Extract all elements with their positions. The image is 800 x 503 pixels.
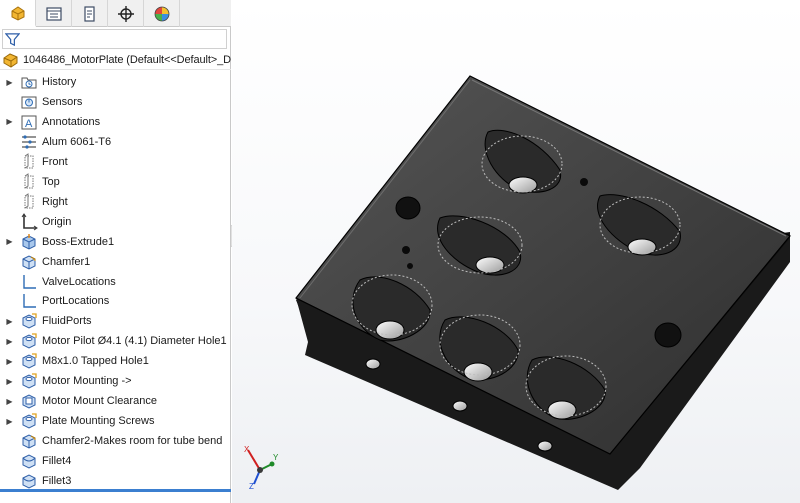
tree-node[interactable]: Front: [0, 152, 231, 172]
view-orientation-triad[interactable]: X Y Z: [240, 440, 280, 490]
tree-node-label: History: [42, 76, 77, 88]
triad-z-label: Z: [249, 482, 254, 490]
tree-node[interactable]: ▶ Plate Mounting Screws: [0, 411, 231, 431]
filter-icon[interactable]: [5, 32, 20, 47]
tree-node-label: Right: [42, 195, 68, 208]
hole-wizard-icon: [22, 373, 37, 389]
tree-node-label: Fillet3: [42, 475, 72, 487]
chamfer-icon: [22, 434, 36, 449]
sketch-icon: [23, 274, 36, 289]
tree-node[interactable]: PortLocations: [0, 291, 231, 311]
tree-node[interactable]: ▶ Motor Mount Clearance: [0, 391, 231, 411]
tree-node[interactable]: ValveLocations: [0, 272, 231, 292]
sketch-icon: [23, 294, 36, 309]
feature-manager-panel: 1046486_MotorPlate (Default<<Default>_D …: [0, 0, 231, 503]
hole-wizard-icon: [22, 313, 37, 329]
tree-node[interactable]: Chamfer2-Makes room for tube bend: [0, 431, 231, 451]
tree-node-label: Fillet4: [42, 455, 72, 468]
history-folder-icon: [21, 77, 37, 89]
tree-node[interactable]: ▶ FluidPorts: [0, 311, 231, 331]
configuration-manager-icon: [83, 5, 95, 22]
tree-node[interactable]: Origin: [0, 212, 231, 232]
fillet-icon: [22, 474, 36, 489]
tree-node[interactable]: Fillet3: [0, 471, 231, 491]
motor-plate-model[interactable]: [232, 0, 800, 503]
tree-node[interactable]: Top: [0, 172, 231, 192]
tree-node-label: FluidPorts: [42, 315, 92, 328]
filter-bar[interactable]: [2, 29, 227, 49]
tree-node-label: Alum 6061-T6: [42, 135, 112, 148]
tab-configuration-manager[interactable]: [72, 0, 108, 27]
expand-arrow-icon[interactable]: ▶: [5, 337, 14, 346]
expand-arrow-icon[interactable]: ▶: [5, 237, 14, 246]
tree-node[interactable]: Right: [0, 192, 231, 212]
tree-node[interactable]: ▶ Boss-Extrude1: [0, 232, 231, 252]
display-pie-icon: [154, 6, 169, 21]
expand-arrow-icon[interactable]: ▶: [5, 417, 14, 426]
expand-arrow-icon[interactable]: ▶: [5, 377, 14, 386]
tree-node[interactable]: ▶ Motor Mounting ->: [0, 371, 231, 391]
triad-x-label: X: [244, 445, 250, 454]
horizontal-scrollbar[interactable]: [0, 489, 231, 492]
tab-dimxpert-manager[interactable]: [108, 0, 144, 27]
tree-node-label: Chamfer1: [42, 255, 91, 268]
tree-node[interactable]: Fillet4: [0, 451, 231, 471]
tree-node[interactable]: Sensors: [0, 92, 231, 112]
tree-node[interactable]: ▶ M8x1.0 Tapped Hole1: [0, 351, 231, 371]
tree-node[interactable]: ▶ Motor Pilot Ø4.1 (4.1) Diameter Hole1: [0, 331, 231, 351]
plane-icon: [24, 172, 34, 189]
material-icon: [22, 135, 36, 149]
expand-arrow-icon[interactable]: ▶: [5, 117, 14, 126]
plane-icon: [24, 152, 34, 169]
hole-wizard-icon: [22, 353, 37, 369]
expand-arrow-icon[interactable]: ▶: [5, 397, 14, 406]
hole-wizard-icon: [22, 413, 37, 429]
triad-y-label: Y: [273, 453, 279, 462]
manager-tabbar: [0, 0, 231, 27]
tree-node[interactable]: Alum 6061-T6: [0, 132, 231, 152]
hole-wizard-icon: [22, 333, 37, 349]
annotations-icon: A: [21, 115, 37, 130]
part-icon: [3, 53, 18, 68]
tree-node-label: Plate Mounting Screws: [42, 415, 155, 428]
svg-text:A: A: [25, 118, 33, 130]
expand-arrow-icon[interactable]: ▶: [5, 78, 14, 87]
tree-node-label: Origin: [42, 215, 72, 228]
tree-node-label: Motor Mounting ->: [42, 375, 132, 388]
chamfer-icon: [22, 254, 36, 270]
property-manager-icon: [45, 6, 62, 21]
origin-icon: [21, 212, 38, 231]
tree-node-label: Front: [42, 155, 68, 168]
expand-arrow-icon[interactable]: ▶: [5, 317, 14, 326]
tree-node-label: Chamfer2-Makes room for tube bend: [42, 435, 223, 448]
tree-node-label: Annotations: [42, 115, 101, 128]
tree-node-label: PortLocations: [42, 295, 110, 308]
graphics-area[interactable]: X Y Z: [232, 0, 800, 503]
part-name: 1046486_MotorPlate (Default<<Default>_D: [23, 54, 231, 66]
plane-icon: [24, 192, 34, 209]
sensors-icon: [21, 96, 37, 109]
tree-node[interactable]: Chamfer1: [0, 252, 231, 272]
boss-extrude-icon: [22, 233, 36, 250]
tree-node-label: Top: [42, 175, 60, 188]
tree-node-label: Motor Pilot Ø4.1 (4.1) Diameter Hole1: [42, 335, 227, 348]
tab-property-manager[interactable]: [36, 0, 72, 27]
feature-manager-icon: [11, 5, 24, 21]
tree-node-label: Boss-Extrude1: [42, 235, 115, 248]
part-root-node[interactable]: 1046486_MotorPlate (Default<<Default>_D: [0, 51, 231, 70]
tree-node-label: Motor Mount Clearance: [42, 395, 157, 408]
expand-arrow-icon[interactable]: ▶: [5, 357, 14, 366]
tree-node-label: M8x1.0 Tapped Hole1: [42, 355, 149, 368]
tab-feature-manager[interactable]: [0, 0, 36, 27]
fillet-icon: [22, 454, 36, 469]
tree-node-label: Sensors: [42, 95, 83, 108]
crosshair-icon: [117, 5, 134, 22]
tab-display-manager[interactable]: [144, 0, 180, 27]
tree-node-label: ValveLocations: [42, 275, 116, 288]
cut-extrude-icon: [22, 394, 36, 409]
tree-node[interactable]: ▶ A Annotations: [0, 112, 231, 132]
tree-node[interactable]: ▶ History: [0, 72, 231, 92]
